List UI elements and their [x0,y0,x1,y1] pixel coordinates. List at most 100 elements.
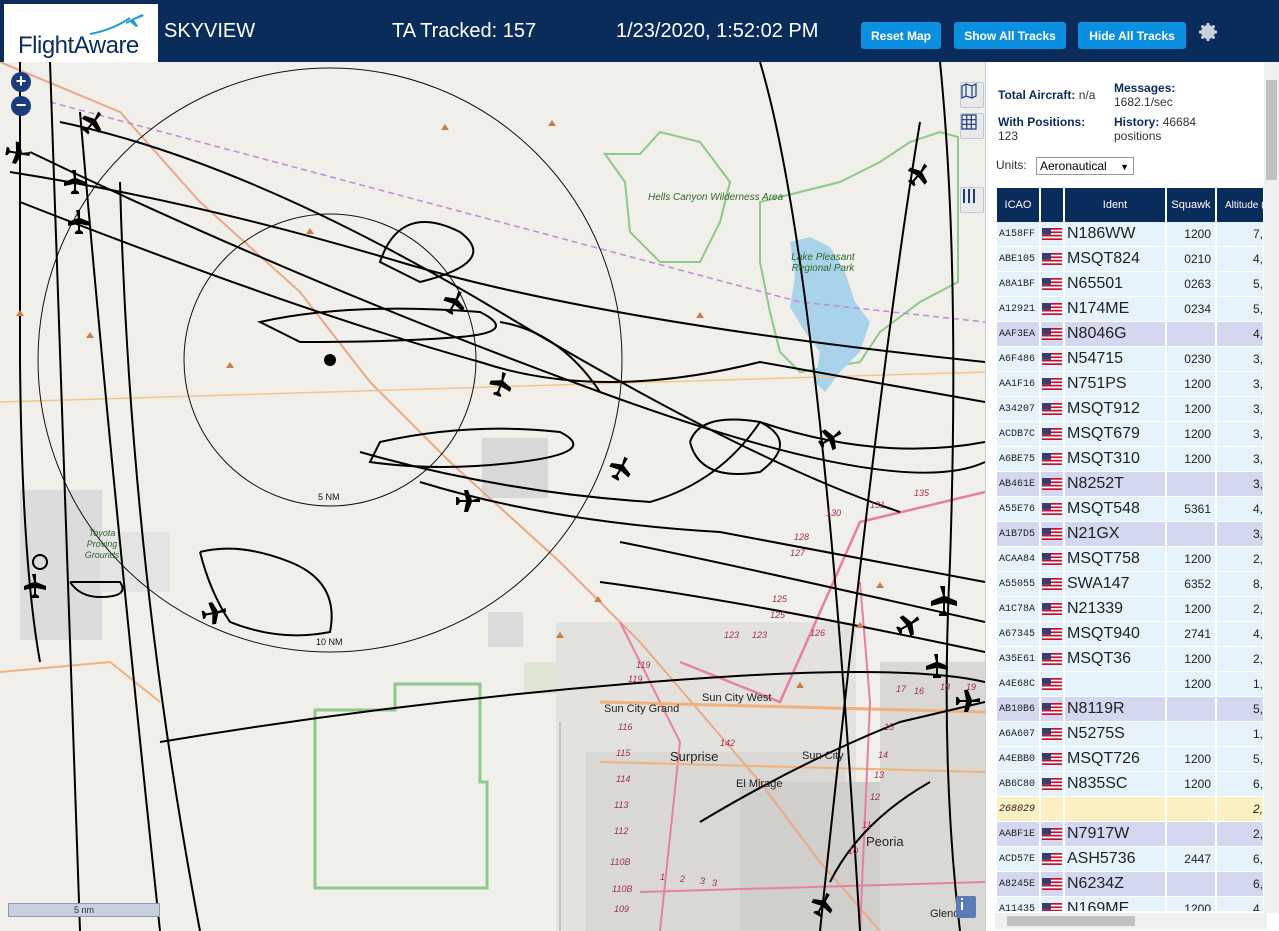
altitude-cell: 3,900 [1217,522,1263,547]
aircraft-row[interactable]: 268029 2,100 [997,797,1263,822]
aircraft-row[interactable]: AB461E N8252T 3,225 [997,472,1263,497]
road-number-label: 135 [914,488,930,498]
messages-value: 1682.1/sec [1114,95,1173,109]
icao-cell: A8A1BF [997,272,1041,297]
history-stat: History: 46684 positions [1114,115,1234,143]
aircraft-row[interactable]: ACDB7C MSQT67912003,300 [997,422,1263,447]
total-aircraft-label: Total Aircraft: [998,88,1076,102]
aircraft-row[interactable]: A158FF N186WW12007,700 [997,222,1263,247]
aircraft-row[interactable]: A4E68C 12001,500 [997,672,1263,697]
ident-cell: N8252T [1065,472,1167,497]
panel-vertical-scrollbar[interactable] [1264,62,1279,913]
aircraft-row[interactable]: A67345 MSQT94027414,300 [997,622,1263,647]
col-icao[interactable]: ICAO [997,188,1041,222]
aircraft-row[interactable]: A1C78A N2133912002,700 [997,597,1263,622]
aircraft-row[interactable]: AA1F16 N751PS12003,750 [997,372,1263,397]
aircraft-row[interactable]: AB6C80 N835SC12006,225 [997,772,1263,797]
zoom-out-button[interactable]: − [11,96,31,116]
vertical-scroll-thumb[interactable] [1266,80,1277,180]
flag-cell [1041,672,1065,697]
columns-toggle-button[interactable] [960,187,984,213]
aircraft-row[interactable]: A6BE75 MSQT31012003,900 [997,447,1263,472]
col-ident[interactable]: Ident [1065,188,1167,222]
icao-cell: A34207 [997,397,1041,422]
icao-cell: ACD57E [997,847,1041,872]
flag-cell [1041,847,1065,872]
altitude-cell: 2,100 [1217,797,1263,822]
panel-horizontal-scrollbar[interactable] [995,913,1267,929]
aircraft-row[interactable]: ACD57E ASH573624476,925 [997,847,1263,872]
col-flag[interactable] [1041,188,1065,222]
map-label-hells-canyon: Hells Canyon Wilderness Area [648,192,784,203]
units-label: Units: [996,158,1027,172]
units-select[interactable]: Aeronautical [1036,157,1134,175]
altitude-cell: 8,100 [1217,572,1263,597]
map-canvas[interactable]: Hells Canyon Wilderness Area Lake Pleasa… [0,62,985,931]
aircraft-table: ICAO Ident Squawk Altitude (ft) A158FF N1… [997,188,1263,911]
horizontal-scroll-thumb[interactable] [1007,916,1135,926]
zoom-in-button[interactable]: + [11,72,31,92]
aircraft-row[interactable]: A11435 N169ME12004,500 [997,897,1263,911]
aircraft-row[interactable]: A8A1BF N6550102635,900 [997,272,1263,297]
aircraft-row[interactable]: AB10B6 N8119R 5,400 [997,697,1263,722]
icao-cell: ABE105 [997,247,1041,272]
aircraft-row[interactable]: A35E61 MSQT3612002,800 [997,647,1263,672]
aircraft-row[interactable]: A55055 SWA14763528,100 [997,572,1263,597]
ident-cell: MSQT679 [1065,422,1167,447]
aircraft-row[interactable]: A12921 N174ME02345,700 [997,297,1263,322]
show-all-tracks-button[interactable]: Show All Tracks [954,22,1066,49]
us-flag-icon [1042,528,1062,541]
col-squawk[interactable]: Squawk [1167,188,1217,222]
flag-cell [1041,297,1065,322]
icao-cell: AB461E [997,472,1041,497]
map-label-sun-city-grand: Sun City Grand [604,703,680,715]
aircraft-row[interactable]: A4EBB0 MSQT72612005,300 [997,747,1263,772]
aircraft-row[interactable]: A6A607 N5275S 1,325 [997,722,1263,747]
clock: 1/23/2020, 1:52:02 PM [616,20,819,42]
us-flag-icon [1042,428,1062,441]
squawk-cell: 1200 [1167,672,1217,697]
map-label-toyota: Toyota Proving Grounds [84,528,120,560]
map-layers-button[interactable] [960,82,984,108]
us-flag-icon [1042,278,1062,291]
aircraft-row[interactable]: A55E76 MSQT54853614,500 [997,497,1263,522]
flag-cell [1041,597,1065,622]
gear-icon[interactable] [1196,20,1220,44]
road-number-label: 14 [878,750,889,760]
altitude-cell: 5,400 [1217,697,1263,722]
aircraft-row[interactable]: A34207 MSQT91212003,200 [997,397,1263,422]
info-button[interactable] [956,896,976,918]
aircraft-row[interactable]: ACAA84 MSQT75812002,300 [997,547,1263,572]
road-number-label: 130 [826,508,842,518]
flag-cell [1041,447,1065,472]
us-flag-icon [1042,853,1062,866]
altitude-cell: 2,300 [1217,547,1263,572]
altitude-cell: 4,325 [1217,322,1263,347]
us-flag-icon [1042,678,1062,691]
aircraft-row[interactable]: A6F486 N5471502303,400 [997,347,1263,372]
aircraft-row[interactable]: AAF3EA N8046G 4,325 [997,322,1263,347]
flightaware-logo[interactable]: FlightAware [4,4,158,62]
aircraft-panel: Total Aircraft: n/a Messages: 1682.1/sec… [985,62,1279,931]
ident-cell: N174ME [1065,297,1167,322]
road-number-label: 19 [966,682,977,692]
aircraft-row[interactable]: AABF1E N7917W 2,500 [997,822,1263,847]
hide-all-tracks-button[interactable]: Hide All Tracks [1078,22,1186,49]
ident-cell: SWA147 [1065,572,1167,597]
us-flag-icon [1042,653,1062,666]
col-altitude[interactable]: Altitude (ft) [1217,188,1263,222]
aircraft-row[interactable]: A8245E N6234Z 6,800 [997,872,1263,897]
flag-cell [1041,522,1065,547]
grid-toggle-button[interactable] [960,113,984,139]
total-aircraft-value: n/a [1078,88,1096,102]
squawk-cell: 1200 [1167,372,1217,397]
altitude-cell: 4,500 [1217,497,1263,522]
aircraft-row[interactable]: ABE105 MSQT82402104,300 [997,247,1263,272]
messages-label: Messages: [1114,81,1176,95]
columns-icon [963,189,975,203]
squawk-cell: 1200 [1167,897,1217,911]
aircraft-row[interactable]: A1B7D5 N21GX 3,900 [997,522,1263,547]
reset-map-button[interactable]: Reset Map [861,22,941,49]
app-name: SKYVIEW [164,20,256,42]
history-label: History: [1114,115,1160,129]
